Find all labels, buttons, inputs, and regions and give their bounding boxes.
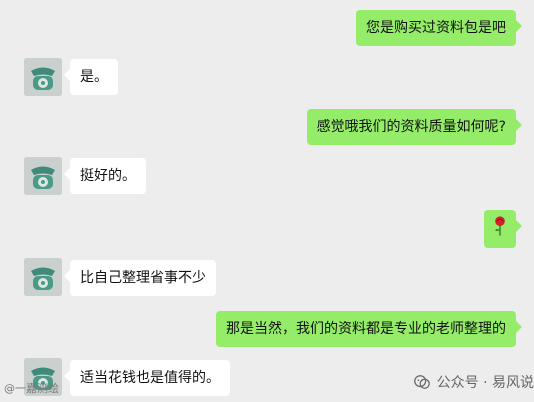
telephone-icon bbox=[24, 58, 62, 96]
message-text: 感觉哦我们的资料质量如何呢? bbox=[316, 119, 506, 135]
watermark: 公众号 · 易风说 bbox=[413, 372, 534, 392]
message-text: 是。 bbox=[80, 69, 108, 85]
telephone-icon bbox=[24, 258, 62, 296]
message-bubble-outgoing[interactable]: 您是购买过资料包是吧 bbox=[356, 10, 522, 46]
watermark-left-text: @一嘉测绘 bbox=[4, 382, 59, 395]
message-bubble-incoming[interactable]: 适当花钱也是值得的。 bbox=[64, 360, 230, 396]
message-text: 那是当然，我们的资料都是专业的老师整理的 bbox=[226, 321, 506, 337]
message-text: 挺好的。 bbox=[80, 168, 136, 184]
wechat-icon bbox=[413, 375, 430, 389]
chat-window: 您是购买过资料包是吧 是。 感觉哦我们的资料质量如何呢? 挺好的。 比自己整理省… bbox=[0, 0, 534, 402]
message-text: 适当花钱也是值得的。 bbox=[80, 370, 220, 386]
telephone-icon bbox=[24, 157, 62, 195]
watermark-text: 公众号 · 易风说 bbox=[436, 375, 534, 391]
message-bubble-outgoing[interactable] bbox=[484, 210, 522, 248]
rose-icon bbox=[495, 216, 505, 236]
message-bubble-outgoing[interactable]: 那是当然，我们的资料都是专业的老师整理的 bbox=[216, 311, 522, 347]
message-bubble-outgoing[interactable]: 感觉哦我们的资料质量如何呢? bbox=[306, 109, 523, 145]
avatar[interactable] bbox=[24, 58, 62, 96]
message-bubble-incoming[interactable]: 比自己整理省事不少 bbox=[64, 260, 216, 296]
message-bubble-incoming[interactable]: 挺好的。 bbox=[64, 158, 146, 194]
message-bubble-incoming[interactable]: 是。 bbox=[64, 59, 118, 95]
avatar[interactable] bbox=[24, 157, 62, 195]
message-text: 比自己整理省事不少 bbox=[80, 270, 206, 286]
avatar[interactable] bbox=[24, 258, 62, 296]
message-text: 您是购买过资料包是吧 bbox=[366, 20, 506, 36]
watermark-left: @一嘉测绘 bbox=[4, 380, 59, 396]
